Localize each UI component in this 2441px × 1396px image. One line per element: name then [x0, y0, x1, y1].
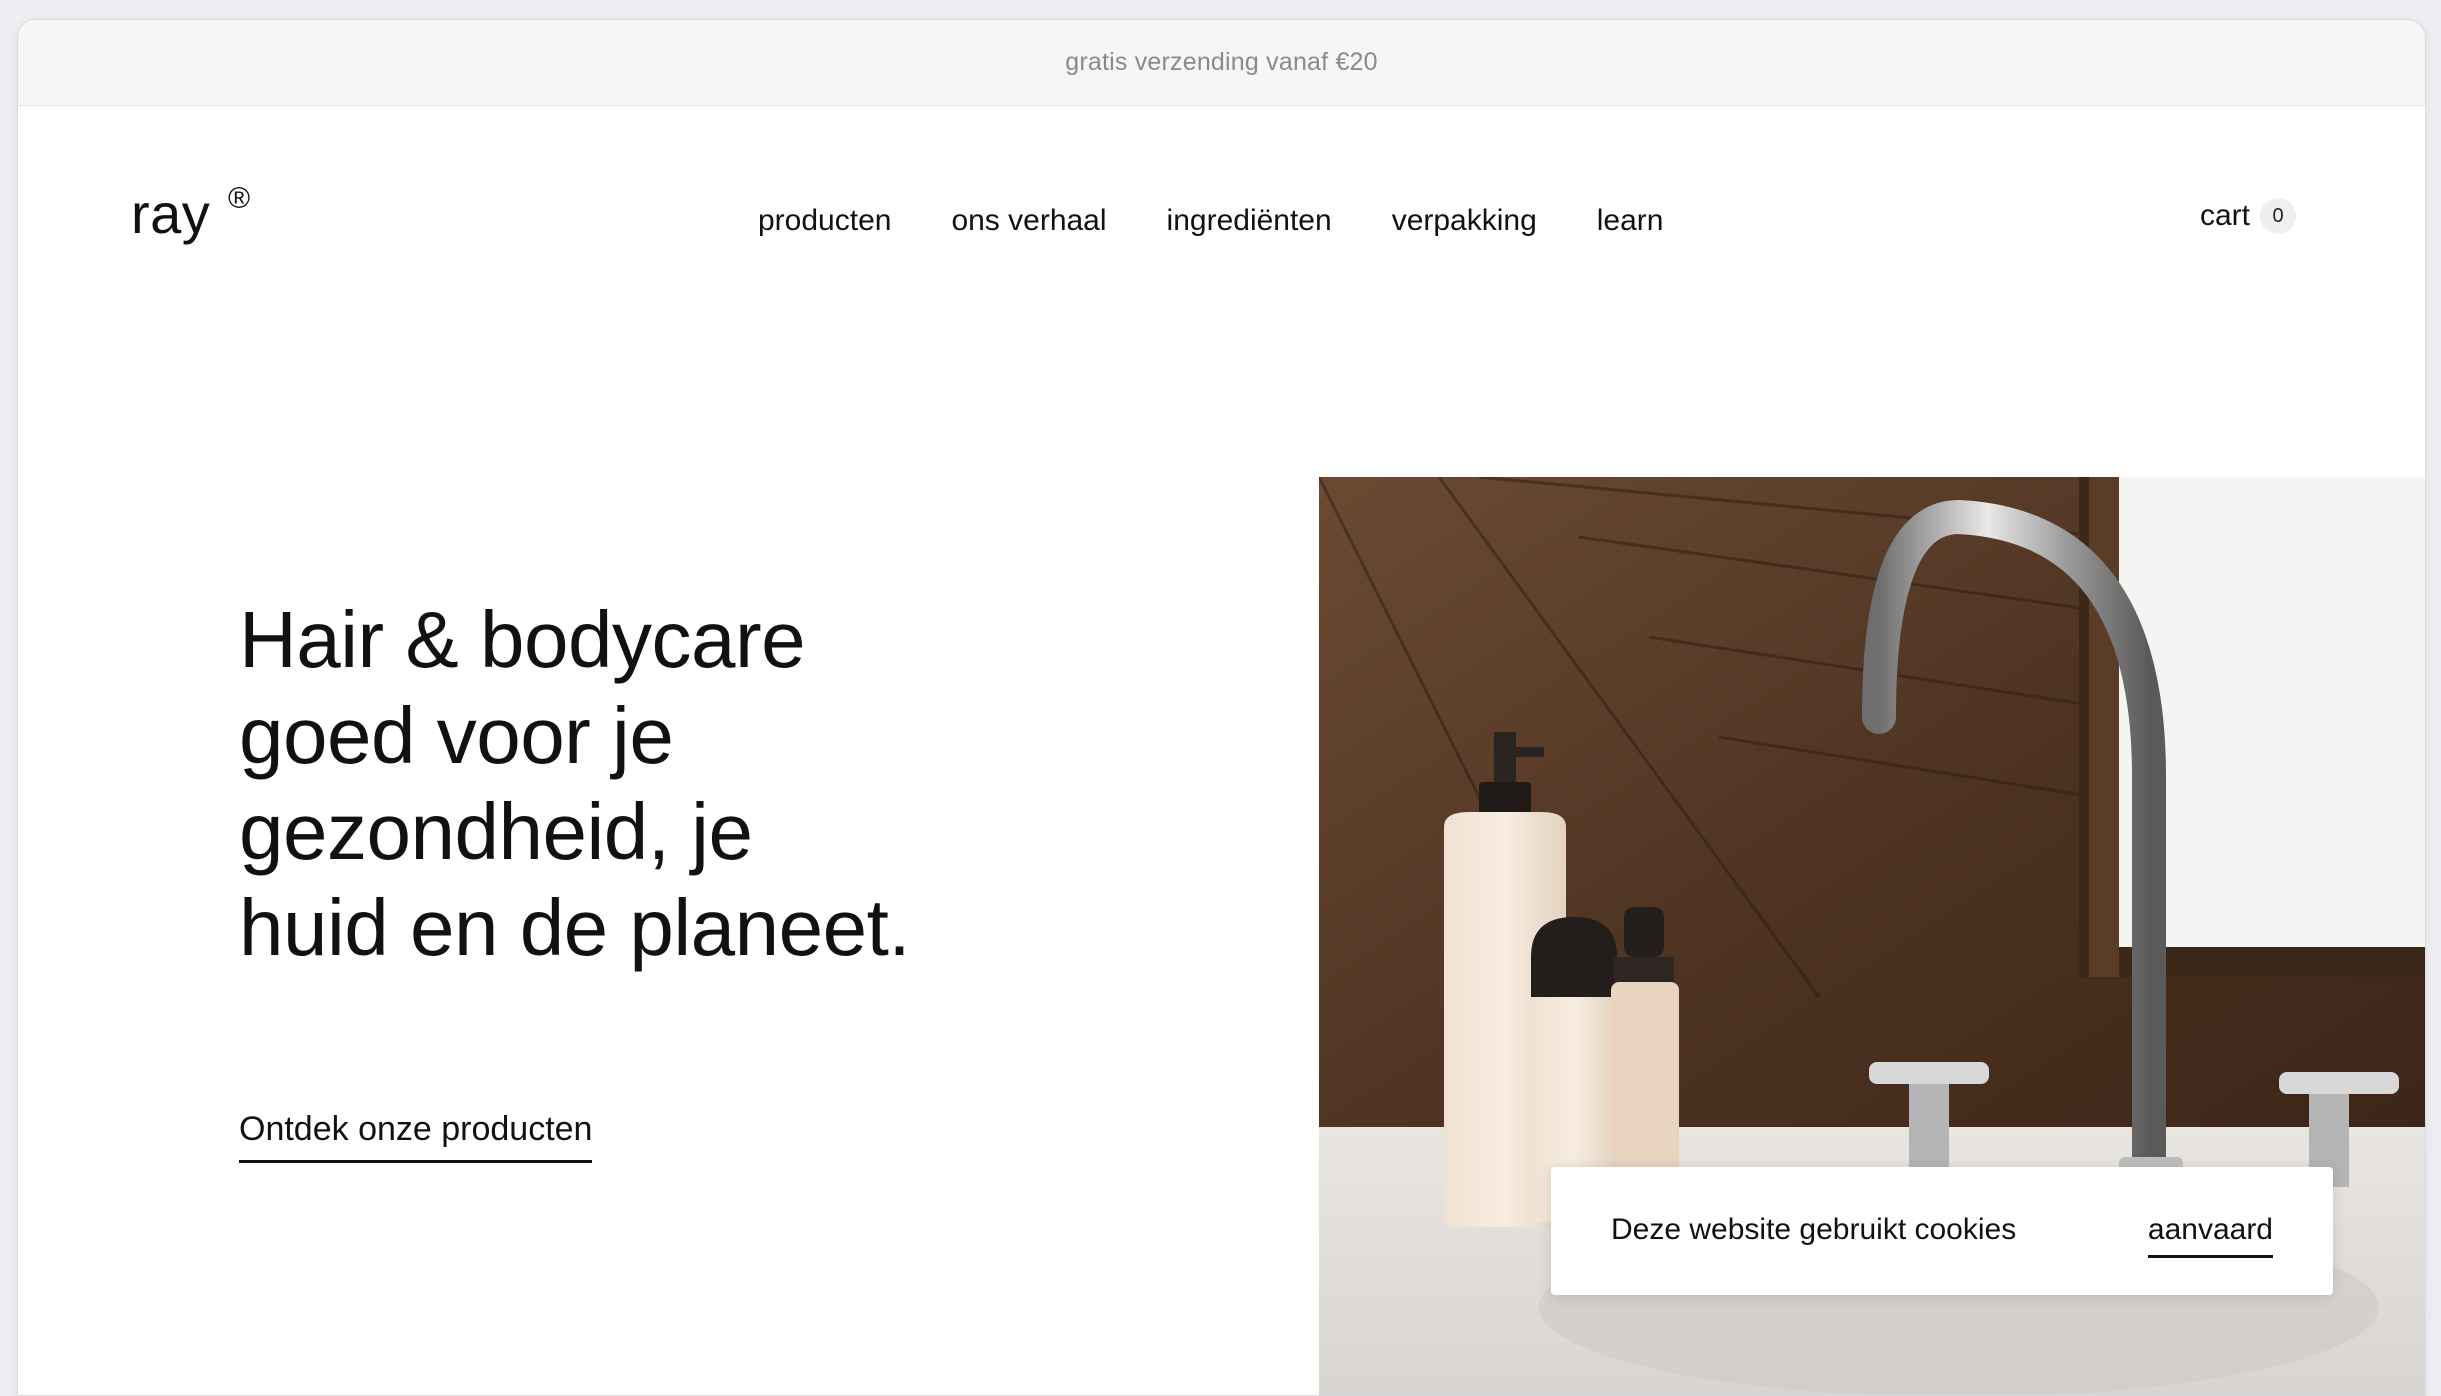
main-nav: producten ons verhaal ingrediënten verpa…: [758, 206, 1663, 236]
nav-item-producten[interactable]: producten: [758, 206, 891, 236]
registered-mark-icon: ®: [228, 182, 251, 215]
discover-products-link[interactable]: Ontdek onze producten: [239, 1112, 593, 1163]
hero-title-line: goed voor je: [239, 691, 674, 780]
browser-page: gratis verzending vanaf €20 ray ® produc…: [17, 19, 2426, 1396]
cart-button[interactable]: cart 0: [2200, 198, 2296, 234]
logo[interactable]: ray: [131, 186, 210, 242]
announcement-bar: gratis verzending vanaf €20: [18, 20, 2425, 106]
cookie-text: Deze website gebruikt cookies: [1611, 1213, 2017, 1246]
hero-title-line: huid en de planeet.: [239, 883, 911, 972]
cart-label: cart: [2199, 199, 2250, 232]
hero-title-line: gezondheid, je: [239, 787, 753, 876]
announcement-text: gratis verzending vanaf €20: [1065, 48, 1378, 76]
hero-title-line: Hair & bodycare: [239, 595, 806, 684]
cookie-banner: Deze website gebruikt cookies aanvaard: [1551, 1167, 2333, 1295]
nav-item-ons-verhaal[interactable]: ons verhaal: [951, 206, 1106, 236]
hero-title: Hair & bodycare goed voor je gezondheid,…: [239, 592, 1039, 976]
nav-item-verpakking[interactable]: verpakking: [1392, 206, 1537, 236]
nav-item-learn[interactable]: learn: [1597, 206, 1664, 236]
site-header: ray ® producten ons verhaal ingrediënten…: [18, 106, 2425, 266]
cart-count-badge: 0: [2260, 198, 2296, 234]
nav-item-ingredienten[interactable]: ingrediënten: [1167, 206, 1332, 236]
accept-cookies-button[interactable]: aanvaard: [2147, 1215, 2273, 1258]
